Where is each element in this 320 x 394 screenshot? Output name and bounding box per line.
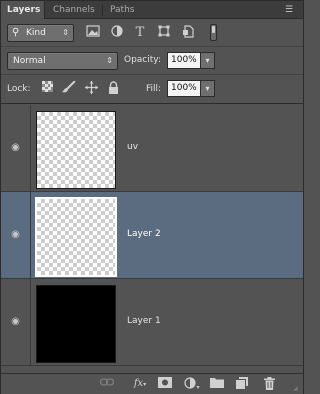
adjustment-filter-icon[interactable] (109, 25, 125, 41)
layer-row-layer-1[interactable]: ◉ Layer 1 (1, 279, 303, 366)
eye-icon[interactable]: ◉ (9, 230, 22, 240)
lock-label: Lock: (7, 84, 31, 94)
adjustment-layer-icon[interactable]: ▾ (181, 377, 203, 391)
opacity-label: Opacity: (124, 55, 161, 65)
resize-grip-icon[interactable]: ◢ (293, 385, 301, 393)
link-layers-icon[interactable] (99, 377, 115, 391)
new-layer-icon[interactable] (234, 377, 250, 391)
layer-row-layer-2[interactable]: ◉ Layer 2 (1, 192, 303, 279)
tab-layers[interactable]: Layers (1, 1, 45, 19)
layer-thumbnail (36, 111, 116, 189)
visibility-column: ◉ (1, 105, 31, 191)
opacity-input[interactable]: 100% (167, 52, 201, 69)
layers-panel: Layers Channels Paths ☰ ⚲ Kind ⇕ T Norma… (0, 0, 304, 394)
visibility-column: ◉ (1, 279, 31, 365)
layer-thumbnail (35, 197, 117, 277)
visibility-column: ◉ (1, 192, 31, 278)
chevron-updown-icon: ⇕ (106, 56, 113, 65)
type-filter-icon[interactable]: T (132, 25, 148, 41)
layer-name[interactable]: uv (127, 142, 138, 152)
filter-toggle-switch[interactable] (210, 24, 217, 41)
layer-style-icon[interactable]: fx▾ (129, 377, 151, 391)
new-group-icon[interactable] (209, 377, 225, 391)
layer-name[interactable]: Layer 2 (127, 229, 161, 239)
smart-object-filter-icon[interactable] (180, 25, 196, 41)
blend-mode-select[interactable]: Normal ⇕ (7, 52, 118, 70)
lock-row: Lock: Fill: 100% ▾ (1, 75, 303, 104)
tab-paths[interactable]: Paths (104, 1, 140, 19)
lock-all-icon[interactable] (105, 81, 121, 97)
blend-mode-value: Normal (13, 56, 46, 66)
tab-divider (102, 5, 103, 16)
image-filter-icon[interactable] (85, 25, 101, 41)
layer-filter-row: ⚲ Kind ⇕ T (1, 20, 303, 47)
blend-mode-row: Normal ⇕ Opacity: 100% ▾ (1, 47, 303, 75)
panel-tab-bar: Layers Channels Paths ☰ (1, 1, 303, 19)
delete-layer-icon[interactable] (261, 377, 277, 391)
tab-channels[interactable]: Channels (47, 1, 101, 19)
add-mask-icon[interactable] (157, 377, 173, 391)
lock-image-pixels-icon[interactable] (61, 80, 77, 97)
layers-bottom-toolbar: fx▾ ▾ ◢ (1, 373, 303, 394)
panel-menu-icon[interactable]: ☰ (285, 5, 297, 15)
chevron-down-icon: ▾ (205, 84, 210, 93)
search-icon: ⚲ (12, 27, 20, 38)
layer-row-uv[interactable]: ◉ uv (1, 105, 303, 192)
shape-filter-icon[interactable] (156, 25, 172, 41)
fill-dropdown-button[interactable]: ▾ (200, 80, 215, 97)
eye-icon[interactable]: ◉ (9, 317, 22, 327)
eye-icon[interactable]: ◉ (9, 143, 22, 153)
lock-transparent-pixels-icon[interactable] (39, 81, 55, 97)
layers-list: ◉ uv ◉ Layer 2 ◉ Layer 1 (1, 105, 303, 373)
layer-thumbnail (36, 285, 116, 363)
chevron-down-icon: ▾ (205, 56, 210, 65)
filter-kind-select[interactable]: ⚲ Kind ⇕ (7, 24, 74, 42)
lock-position-icon[interactable] (83, 81, 99, 97)
filter-kind-label: Kind (26, 28, 46, 38)
layer-name[interactable]: Layer 1 (127, 316, 161, 326)
fill-input[interactable]: 100% (167, 80, 201, 97)
chevron-updown-icon: ⇕ (62, 28, 69, 37)
fill-label: Fill: (146, 84, 162, 94)
opacity-dropdown-button[interactable]: ▾ (200, 52, 215, 69)
